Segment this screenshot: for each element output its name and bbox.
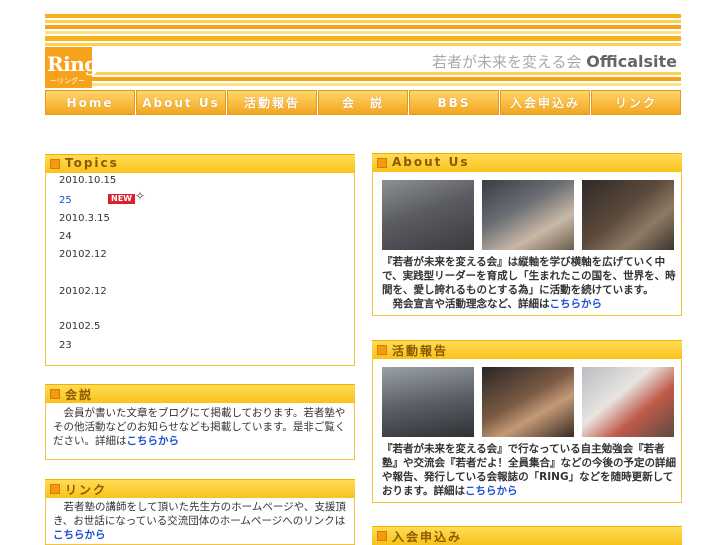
links-link[interactable]: こちらから — [53, 529, 106, 541]
kaisetsu-text: 会員が書いた文章をブログにて掲載しております。若者塾やその他活動などのお知らせな… — [53, 407, 346, 447]
sparkle-icon: ✧ — [135, 189, 146, 203]
report-header: 活動報告 — [372, 340, 682, 359]
topic-date: 2010.3.15 — [59, 213, 110, 224]
kaisetsu-link[interactable]: こちらから — [127, 435, 180, 447]
topics-header: Topics — [45, 154, 355, 173]
links-header: リンク — [45, 479, 355, 498]
bullet-square-icon — [50, 159, 60, 169]
kaisetsu-header: 会説 — [45, 384, 355, 403]
topic-link[interactable]: 25 — [59, 195, 72, 206]
links-title: リンク — [65, 483, 108, 497]
topic-text: 24 — [59, 231, 72, 242]
about-photo-3 — [582, 180, 674, 250]
join-title[interactable]: 入会申込み — [392, 528, 462, 545]
about-text: 『若者が未来を変える会』は縦軸を学び横軸を広げていく中で、実践型リーダーを育成し… — [382, 256, 676, 296]
about-photo-1 — [382, 180, 474, 250]
logo-subtitle: ーリングー — [50, 77, 85, 85]
topic-date: 20102.5 — [59, 321, 101, 332]
nav-links[interactable]: リンク — [591, 90, 681, 115]
bullet-square-icon — [377, 158, 387, 168]
report-panel: 『若者が未来を変える会』で行なっている自主勉強会『若者塾』や交流会『若者だよ！全… — [372, 359, 682, 503]
nav-home[interactable]: Home — [45, 90, 135, 115]
bullet-square-icon — [50, 484, 60, 494]
nav-kaisetsu[interactable]: 会 説 — [318, 90, 408, 115]
about-panel: 『若者が未来を変える会』は縦軸を学び横軸を広げていく中で、実践型リーダーを育成し… — [372, 172, 682, 316]
bullet-square-icon — [377, 531, 387, 541]
site-tagline: 若者が未来を変える会 Officalsite — [431, 52, 677, 71]
kaisetsu-panel: 会員が書いた文章をブログにて掲載しております。若者塾やその他活動などのお知らせな… — [45, 403, 355, 460]
topic-date: 20102.12 — [59, 249, 107, 260]
join-header: 入会申込み — [372, 526, 682, 545]
report-text: 『若者が未来を変える会』で行なっている自主勉強会『若者塾』や交流会『若者だよ！全… — [382, 443, 676, 497]
report-title: 活動報告 — [392, 344, 449, 358]
topics-title: Topics — [65, 156, 119, 170]
logo-text: Ring — [47, 52, 98, 76]
topic-date: 2010.10.15 — [59, 175, 117, 186]
nav-join[interactable]: 入会申込み — [500, 90, 590, 115]
about-link[interactable]: こちらから — [549, 298, 602, 310]
topic-text: 23 — [59, 340, 72, 351]
about-title: About Us — [392, 155, 470, 169]
about-photo-2 — [482, 180, 574, 250]
main-nav: Home About Us 活動報告 会 説 BBS 入会申込み リンク — [45, 90, 681, 116]
nav-bbs[interactable]: BBS — [409, 90, 499, 115]
nav-activity-report[interactable]: 活動報告 — [227, 90, 317, 115]
report-photo-1 — [382, 367, 474, 437]
about-text-2: 発会宣言や活動理念など、詳細はこちらから — [392, 298, 602, 310]
about-header: About Us — [372, 153, 682, 172]
report-photo-3 — [582, 367, 674, 437]
report-link[interactable]: こちらから — [465, 485, 518, 497]
links-text: 若者塾の講師をして頂いた先生方のホームページや、支援頂き、お世話になっている交流… — [53, 501, 346, 541]
report-photo-2 — [482, 367, 574, 437]
header-banner: Ring ーリングー 若者が未来を変える会 Officalsite — [45, 14, 681, 88]
bullet-square-icon — [377, 345, 387, 355]
links-panel: 若者塾の講師をして頂いた先生方のホームページや、支援頂き、お世話になっている交流… — [45, 498, 355, 545]
kaisetsu-title: 会説 — [65, 388, 94, 402]
topics-panel: 2010.10.15 25 NEW ✧ 2010.3.15 24 20102.1… — [45, 173, 355, 366]
topic-date: 20102.12 — [59, 286, 107, 297]
bullet-square-icon — [50, 389, 60, 399]
new-badge: NEW — [108, 194, 135, 204]
nav-about-us[interactable]: About Us — [136, 90, 226, 115]
